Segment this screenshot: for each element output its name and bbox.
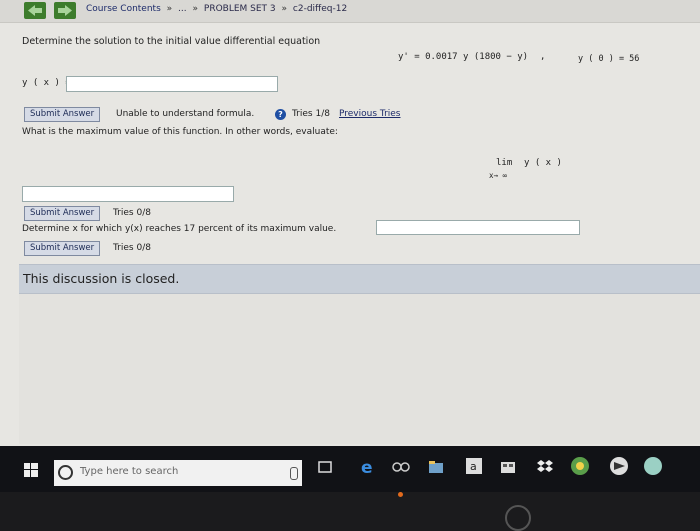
back-arrow-icon [28, 5, 42, 16]
status-message: Unable to understand formula. [116, 109, 255, 119]
breadcrumb-problem-set[interactable]: PROBLEM SET 3 [204, 4, 276, 14]
search-placeholder: Type here to search [80, 466, 179, 477]
max-value-question: What is the maximum value of this functi… [22, 127, 338, 137]
store-icon[interactable] [500, 458, 516, 474]
breadcrumb-course-contents[interactable]: Course Contents [86, 4, 161, 14]
forward-arrow-icon [58, 5, 72, 16]
help-icon[interactable]: ? [275, 109, 286, 120]
percent-x-input[interactable] [376, 220, 580, 235]
svg-text:e: e [361, 458, 373, 476]
breadcrumb: Course Contents » ... » PROBLEM SET 3 » … [86, 4, 350, 14]
previous-tries-link[interactable]: Previous Tries [339, 109, 401, 119]
tries-counter: Tries 0/8 [113, 208, 151, 218]
indicator-light [398, 492, 403, 497]
cortana-circle-icon [58, 465, 73, 480]
hp-logo [505, 505, 531, 531]
back-button[interactable] [24, 2, 46, 19]
chrome-icon[interactable] [570, 456, 590, 476]
submit-answer-button[interactable]: Submit Answer [24, 206, 101, 221]
breadcrumb-ellipsis[interactable]: ... [178, 4, 187, 14]
breadcrumb-separator: » [192, 4, 199, 14]
people-icon[interactable] [391, 460, 411, 474]
discussion-closed-text: This discussion is closed. [23, 271, 180, 286]
edge-icon[interactable]: e [359, 458, 377, 476]
dropbox-icon[interactable] [537, 459, 553, 473]
breadcrumb-separator: » [281, 4, 288, 14]
limit-word: lim [496, 158, 513, 168]
limit-subscript: x→ ∞ [489, 171, 508, 180]
max-value-input[interactable] [22, 186, 234, 202]
submit-answer-button[interactable]: Submit Answer [24, 107, 101, 122]
problem-prompt: Determine the solution to the initial va… [22, 36, 321, 47]
limit-expression: y ( x ) [524, 158, 562, 168]
breadcrumb-separator: » [166, 4, 173, 14]
app-icon[interactable] [643, 456, 663, 476]
page-blank-area [19, 294, 700, 444]
app-icon[interactable] [608, 456, 630, 476]
windows-start-icon[interactable] [24, 463, 38, 477]
discussion-closed-banner: This discussion is closed. [19, 264, 700, 294]
svg-text:a: a [470, 460, 477, 473]
solution-input[interactable] [66, 76, 278, 92]
initial-condition: y ( 0 ) = 56 [578, 54, 640, 64]
amazon-icon[interactable]: a [466, 458, 482, 474]
equation-comma: , [540, 52, 546, 62]
browser-screen: Course Contents » ... » PROBLEM SET 3 » … [0, 0, 700, 492]
task-view-icon[interactable] [318, 460, 332, 474]
answer-label: y ( x ) = [22, 78, 71, 88]
forward-button[interactable] [54, 2, 76, 19]
tries-counter: Tries 0/8 [113, 243, 151, 253]
submit-answer-button[interactable]: Submit Answer [24, 241, 101, 256]
percent-question: Determine x for which y(x) reaches 17 pe… [22, 224, 337, 234]
microphone-icon[interactable] [290, 467, 298, 480]
breadcrumb-current-problem: c2-diffeq-12 [292, 4, 348, 14]
breadcrumb-bar: Course Contents » ... » PROBLEM SET 3 » … [0, 0, 700, 23]
differential-equation: y' = 0.0017 y (1800 − y) [398, 52, 529, 62]
file-explorer-icon[interactable] [428, 460, 444, 474]
taskbar-search-box[interactable]: Type here to search [54, 460, 302, 486]
tries-counter: Tries 1/8 [292, 109, 330, 119]
